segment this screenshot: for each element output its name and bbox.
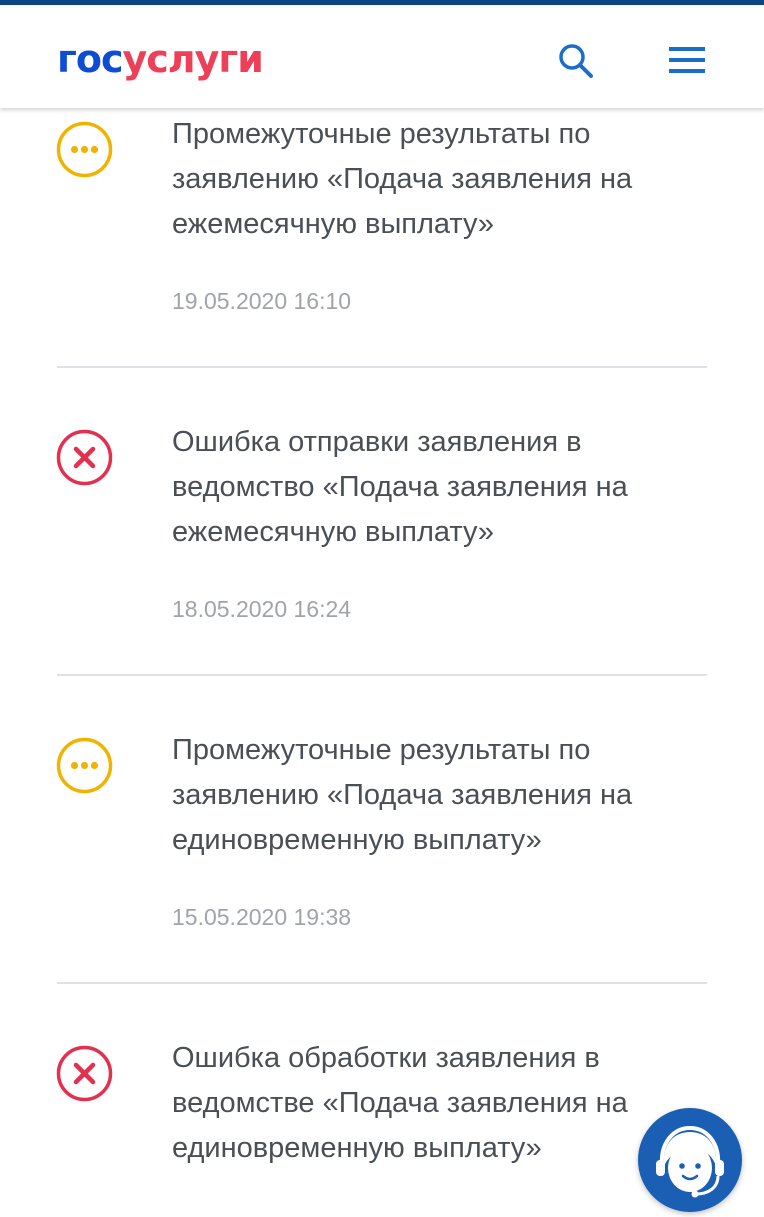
notification-title: Ошибка отправки заявления в ведомство «П… bbox=[172, 426, 628, 548]
hamburger-menu-icon bbox=[669, 47, 705, 73]
notification-date: 18.05.2020 16:24 bbox=[172, 596, 352, 622]
notification-date: 15.05.2020 19:38 bbox=[172, 904, 352, 930]
error-x-circle-icon bbox=[56, 429, 113, 486]
logo-part-gos: гос bbox=[57, 37, 123, 81]
support-operator-icon bbox=[656, 1125, 724, 1198]
menu-button[interactable] bbox=[668, 43, 706, 77]
error-x-circle-icon bbox=[56, 1045, 113, 1102]
ellipsis-circle-icon bbox=[56, 737, 113, 794]
search-icon bbox=[559, 44, 593, 78]
notification-title: Ошибка обработки заявления в ведомстве «… bbox=[172, 1042, 628, 1164]
ellipsis-circle-icon bbox=[56, 121, 113, 178]
gosuslugi-logo[interactable]: госуслуги bbox=[57, 37, 264, 81]
support-chat-button[interactable] bbox=[638, 1108, 742, 1212]
notification-title: Промежуточные результаты по заявлению «П… bbox=[172, 118, 633, 240]
logo-part-uslugi: услуги bbox=[122, 37, 264, 81]
site-header: госуслуги bbox=[0, 5, 764, 108]
divider bbox=[57, 982, 707, 984]
divider bbox=[57, 366, 707, 368]
divider bbox=[57, 674, 707, 676]
notification-title: Промежуточные результаты по заявлению «П… bbox=[172, 734, 633, 856]
notification-date: 19.05.2020 16:10 bbox=[172, 288, 352, 314]
search-button[interactable] bbox=[556, 41, 596, 81]
